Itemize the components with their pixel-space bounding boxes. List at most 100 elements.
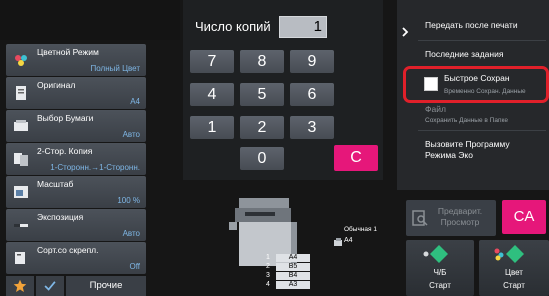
quick-save-label: Быстрое Сохран — [444, 73, 510, 83]
others-label: Прочие — [89, 280, 123, 291]
tray-size: B5 — [276, 263, 310, 271]
key-7-label: 7 — [207, 53, 217, 70]
quick-save-checkbox[interactable] — [424, 77, 438, 91]
clear-label: C — [350, 149, 362, 166]
favorites-button[interactable] — [6, 276, 34, 296]
tray-row[interactable]: 2 B5 — [262, 263, 317, 271]
preview-label: Предварит. Просмотр — [437, 206, 483, 227]
start-bw-mode: Ч/Б — [433, 268, 447, 277]
tray-size: A4 — [276, 254, 310, 262]
send-after-print-item[interactable]: Передать после печати — [425, 20, 518, 30]
paper-select-value: Авто — [122, 130, 140, 139]
color-mode-icon — [15, 55, 27, 66]
color-mode-label: Цветной Режим — [37, 47, 99, 57]
tray-size: B4 — [276, 272, 310, 280]
duplex-copy-label: 2-Стор. Копия — [37, 146, 93, 156]
duplex-icon — [14, 153, 28, 166]
key-2-label: 2 — [257, 119, 267, 136]
scale-label: Масштаб — [37, 179, 74, 189]
start-color-action: Старт — [503, 281, 525, 290]
exposure-icon — [14, 224, 28, 227]
check-button[interactable] — [36, 276, 64, 296]
staple-sort-label: Сорт.со скрепл. — [37, 245, 99, 255]
paper-select-button[interactable]: Выбор Бумаги Авто — [6, 110, 146, 142]
scale-button[interactable]: Масштаб 100 % — [6, 176, 146, 208]
exposure-label: Экспозиция — [37, 212, 84, 222]
document-icon — [16, 86, 26, 100]
output-tray-label: Обычная 1 — [344, 226, 377, 233]
color-mode-button[interactable]: Цветной Режим Полный Цвет — [6, 44, 146, 76]
scale-icon — [14, 186, 28, 198]
tray-number: 4 — [266, 281, 270, 288]
staple-sort-button[interactable]: Сорт.со скрепл. Off — [6, 242, 146, 274]
key-8-label: 8 — [257, 53, 267, 70]
color-mode-value: Полный Цвет — [90, 64, 140, 73]
copies-input[interactable]: 1 — [279, 16, 327, 38]
start-color-diamond-icon — [494, 245, 524, 263]
key-9[interactable]: 9 — [290, 50, 334, 73]
preview-icon — [412, 210, 428, 226]
paper-select-label: Выбор Бумаги — [37, 113, 94, 123]
tray-size: A3 — [276, 281, 310, 289]
copies-value: 1 — [313, 18, 322, 35]
duplex-copy-value: 1-Сторонн.→1-Сторонн. — [50, 163, 140, 172]
clear-button[interactable]: C — [334, 145, 378, 171]
duplex-copy-button[interactable]: 2-Стор. Копия 1-Сторонн.→1-Сторонн. — [6, 143, 146, 175]
tray-row[interactable]: 3 B4 — [262, 272, 317, 280]
start-color-button[interactable]: Цвет Старт — [479, 240, 549, 296]
key-1-label: 1 — [207, 119, 217, 136]
top-left-area — [0, 0, 180, 40]
key-3[interactable]: 3 — [290, 116, 334, 139]
original-label: Оригинал — [37, 80, 76, 90]
staple-sort-value: Off — [129, 262, 140, 271]
key-0[interactable]: 0 — [240, 147, 284, 170]
quick-save-sublabel: Временно Сохран. Данные — [444, 88, 526, 95]
file-item[interactable]: Файл — [425, 104, 446, 114]
star-icon — [13, 279, 27, 292]
key-6[interactable]: 6 — [290, 83, 334, 106]
scale-value: 100 % — [117, 196, 140, 205]
tray-row[interactable]: 1 A4 — [262, 254, 317, 262]
start-bw-action: Старт — [429, 281, 451, 290]
paper-tray-icon — [14, 120, 28, 131]
key-5[interactable]: 5 — [240, 83, 284, 106]
rp-divider — [418, 40, 546, 41]
original-button[interactable]: Оригинал A4 — [6, 77, 146, 109]
key-8[interactable]: 8 — [240, 50, 284, 73]
preview-button[interactable]: Предварит. Просмотр — [406, 200, 496, 236]
tray-row[interactable]: 4 A3 — [262, 281, 317, 289]
key-2[interactable]: 2 — [240, 116, 284, 139]
tray-number: 3 — [266, 272, 270, 279]
output-tray-icon — [334, 238, 342, 246]
key-0-label: 0 — [257, 150, 267, 167]
clear-all-label: CA — [513, 208, 535, 225]
key-3-label: 3 — [307, 119, 317, 136]
staple-sort-icon — [15, 252, 25, 264]
rp-divider — [418, 130, 546, 131]
start-color-mode: Цвет — [505, 268, 523, 277]
file-sublabel: Сохранить Данные в Папке — [425, 117, 508, 124]
eco-program-label: Вызовите Программу Режима Эко — [425, 139, 510, 160]
copies-label: Число копий — [195, 19, 271, 34]
key-9-label: 9 — [307, 53, 317, 70]
recent-jobs-item[interactable]: Последние задания — [425, 49, 503, 59]
key-4[interactable]: 4 — [190, 83, 234, 106]
key-7[interactable]: 7 — [190, 50, 234, 73]
start-diamond-icon — [423, 245, 448, 263]
key-5-label: 5 — [257, 86, 267, 103]
chevron-right-icon[interactable] — [400, 27, 410, 37]
tray-number: 1 — [266, 254, 270, 261]
quick-save-item[interactable]: Быстрое Сохран Временно Сохран. Данные — [403, 66, 549, 103]
eco-program-item[interactable]: Вызовите Программу Режима Эко — [425, 139, 535, 161]
original-value: A4 — [130, 97, 140, 106]
key-6-label: 6 — [307, 86, 317, 103]
clear-all-button[interactable]: CA — [502, 200, 546, 234]
output-tray-size: A4 — [344, 237, 353, 244]
checkmark-icon — [44, 281, 56, 291]
exposure-button[interactable]: Экспозиция Авто — [6, 209, 146, 241]
exposure-value: Авто — [122, 229, 140, 238]
others-button[interactable]: Прочие — [66, 276, 146, 296]
start-bw-button[interactable]: Ч/Б Старт — [406, 240, 474, 296]
key-1[interactable]: 1 — [190, 116, 234, 139]
key-4-label: 4 — [207, 86, 217, 103]
